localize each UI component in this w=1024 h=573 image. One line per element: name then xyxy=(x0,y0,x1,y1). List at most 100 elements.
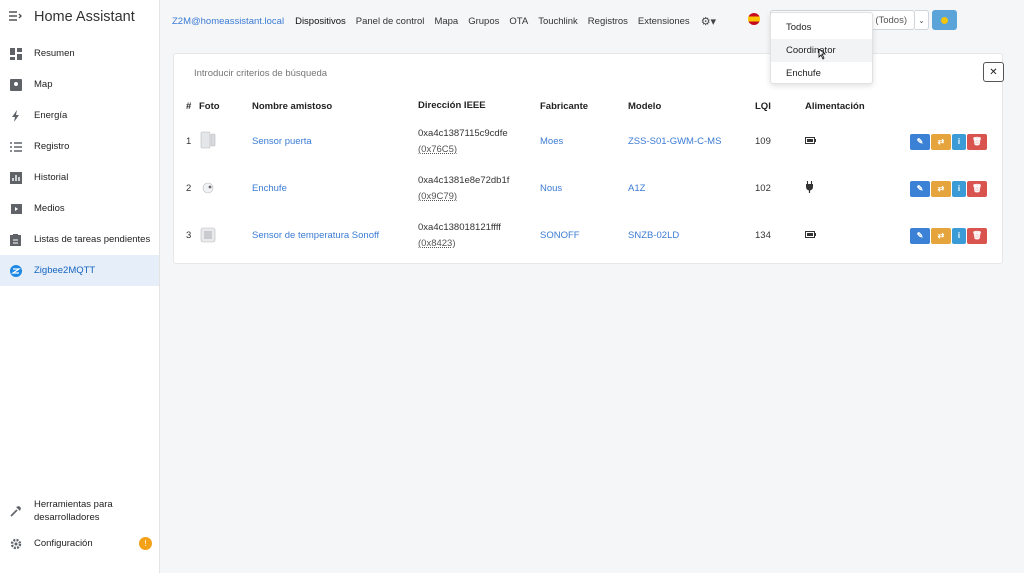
sidebar-item-resumen[interactable]: Resumen xyxy=(0,38,159,69)
row-number: 2 xyxy=(186,183,192,194)
menu-icon[interactable] xyxy=(8,10,24,24)
mouse-cursor-icon xyxy=(818,49,826,60)
info-button[interactable]: i xyxy=(952,227,966,244)
lqi-value: 109 xyxy=(755,136,771,147)
sidebar-item-label: Listas de tareas pendientes xyxy=(34,234,151,245)
col-header-name[interactable]: Nombre amistoso xyxy=(252,94,418,118)
col-header-lqi[interactable]: LQI xyxy=(755,94,805,118)
sidebar-item-herramientas[interactable]: Herramientas para desarrolladores xyxy=(0,494,160,528)
sidebar-header: Home Assistant xyxy=(0,0,159,34)
ieee-address: 0xa4c1387115c9cdfe xyxy=(418,127,508,139)
edit-button[interactable]: ✎ xyxy=(910,133,930,150)
sidebar-item-medios[interactable]: Medios xyxy=(0,193,159,224)
sidebar: Home Assistant Resumen Map Energía Regis… xyxy=(0,0,160,573)
manufacturer-link[interactable]: Moes xyxy=(540,136,563,147)
sidebar-item-label: Zigbee2MQTT xyxy=(34,265,96,276)
network-address: (0x76C5) xyxy=(418,143,458,155)
permit-join-button[interactable] xyxy=(932,10,957,30)
sidebar-item-label: Medios xyxy=(34,203,65,214)
dropdown-option-todos[interactable]: Todos xyxy=(771,16,872,39)
sidebar-item-label: Herramientas para desarrolladores xyxy=(34,499,113,523)
nav-ota[interactable]: OTA xyxy=(509,16,528,27)
checklist-icon xyxy=(9,233,22,246)
info-button[interactable]: i xyxy=(952,133,966,150)
sidebar-item-configuracion[interactable]: Configuración ! xyxy=(0,528,160,559)
device-name-link[interactable]: Sensor de temperatura Sonoff xyxy=(252,230,379,241)
devices-table: # Foto Nombre amistoso Dirección IEEE Fa… xyxy=(174,94,1002,259)
sidebar-item-historial[interactable]: Historial xyxy=(0,162,159,193)
device-name-link[interactable]: Enchufe xyxy=(252,183,287,194)
settings-gear-icon[interactable]: ⚙▾ xyxy=(701,15,716,28)
temperature-sensor-photo xyxy=(199,226,217,244)
spain-flag-icon[interactable] xyxy=(748,13,760,25)
sidebar-item-zigbee2mqtt[interactable]: Zigbee2MQTT xyxy=(0,255,159,286)
sidebar-item-listas[interactable]: Listas de tareas pendientes xyxy=(0,224,159,255)
sidebar-item-map[interactable]: Map xyxy=(0,69,159,100)
col-header-power[interactable]: Alimentación xyxy=(805,94,910,118)
sidebar-item-label: Resumen xyxy=(34,48,75,59)
table-row: 1 Sensor puerta 0xa4c1387115c9cdfe (0x76C… xyxy=(174,118,1002,165)
col-header-ieee[interactable]: Dirección IEEE xyxy=(418,94,540,118)
sidebar-item-label: Historial xyxy=(34,172,69,183)
table-row: 3 Sensor de temperatura Sonoff 0xa4c1380… xyxy=(174,212,1002,259)
ieee-address: 0xa4c138018121ffff xyxy=(418,221,501,233)
info-button[interactable]: i xyxy=(952,180,966,197)
nav-panel-de-control[interactable]: Panel de control xyxy=(356,16,425,27)
hammer-icon xyxy=(9,505,22,518)
notification-badge: ! xyxy=(139,537,152,550)
network-address: (0x8423) xyxy=(418,237,456,249)
clear-search-button[interactable]: ✕ xyxy=(983,62,1004,82)
top-nav: Z2M@homeassistant.local Dispositivos Pan… xyxy=(172,8,716,34)
sidebar-item-label: Energía xyxy=(34,110,68,121)
nav-touchlink[interactable]: Touchlink xyxy=(538,16,578,27)
edit-button[interactable]: ✎ xyxy=(910,180,930,197)
manufacturer-link[interactable]: SONOFF xyxy=(540,230,580,241)
edit-button[interactable]: ✎ xyxy=(910,227,930,244)
sidebar-item-registro[interactable]: Registro xyxy=(0,131,159,162)
col-header-number[interactable]: # xyxy=(174,94,199,118)
manufacturer-link[interactable]: Nous xyxy=(540,183,562,194)
permit-join-select-value: (Todos) xyxy=(875,14,907,26)
model-link[interactable]: SNZB-02LD xyxy=(628,230,679,241)
chevron-down-icon[interactable]: ⌄ xyxy=(915,10,929,30)
plug-photo xyxy=(199,179,217,197)
col-header-manufacturer[interactable]: Fabricante xyxy=(540,94,628,118)
map-icon xyxy=(9,78,22,91)
nav-extensiones[interactable]: Extensiones xyxy=(638,16,690,27)
zigbee-icon xyxy=(9,264,22,277)
col-header-model[interactable]: Modelo xyxy=(628,94,755,118)
rename-button[interactable]: ⇄ xyxy=(931,133,951,150)
delete-button[interactable]: 🗑 xyxy=(967,227,987,244)
sidebar-item-label: Configuración xyxy=(34,538,93,549)
dropdown-option-enchufe[interactable]: Enchufe xyxy=(771,62,872,85)
model-link[interactable]: A1Z xyxy=(628,183,645,194)
nav-dispositivos[interactable]: Dispositivos xyxy=(295,16,346,27)
table-row: 2 Enchufe 0xa4c1381e8e72db1f (0x9C79) Nou… xyxy=(174,165,1002,212)
plug-icon xyxy=(805,181,814,193)
network-address: (0x9C79) xyxy=(418,190,458,202)
rename-button[interactable]: ⇄ xyxy=(931,227,951,244)
gear-icon xyxy=(9,537,22,550)
lqi-value: 134 xyxy=(755,230,771,241)
row-number: 3 xyxy=(186,230,192,241)
battery-icon xyxy=(805,231,816,238)
col-header-actions xyxy=(910,94,1002,118)
z2m-instance-link[interactable]: Z2M@homeassistant.local xyxy=(172,16,284,27)
nav-mapa[interactable]: Mapa xyxy=(434,16,458,27)
device-select-dropdown: Todos Coordinator Enchufe xyxy=(770,12,873,84)
media-icon xyxy=(9,202,22,215)
delete-button[interactable]: 🗑 xyxy=(967,180,987,197)
nav-registros[interactable]: Registros xyxy=(588,16,628,27)
app-title: Home Assistant xyxy=(34,9,135,25)
sidebar-item-label: Map xyxy=(34,79,53,90)
devices-card: ✕ # Foto Nombre amistoso Dirección IEEE … xyxy=(173,53,1004,264)
model-link[interactable]: ZSS-S01-GWM-C-MS xyxy=(628,136,721,147)
permit-join-icon xyxy=(941,16,948,24)
sidebar-item-label: Registro xyxy=(34,141,70,152)
dashboard-icon xyxy=(9,47,22,60)
rename-button[interactable]: ⇄ xyxy=(931,180,951,197)
delete-button[interactable]: 🗑 xyxy=(967,133,987,150)
nav-grupos[interactable]: Grupos xyxy=(468,16,499,27)
sidebar-item-energia[interactable]: Energía xyxy=(0,100,159,131)
device-name-link[interactable]: Sensor puerta xyxy=(252,136,312,147)
